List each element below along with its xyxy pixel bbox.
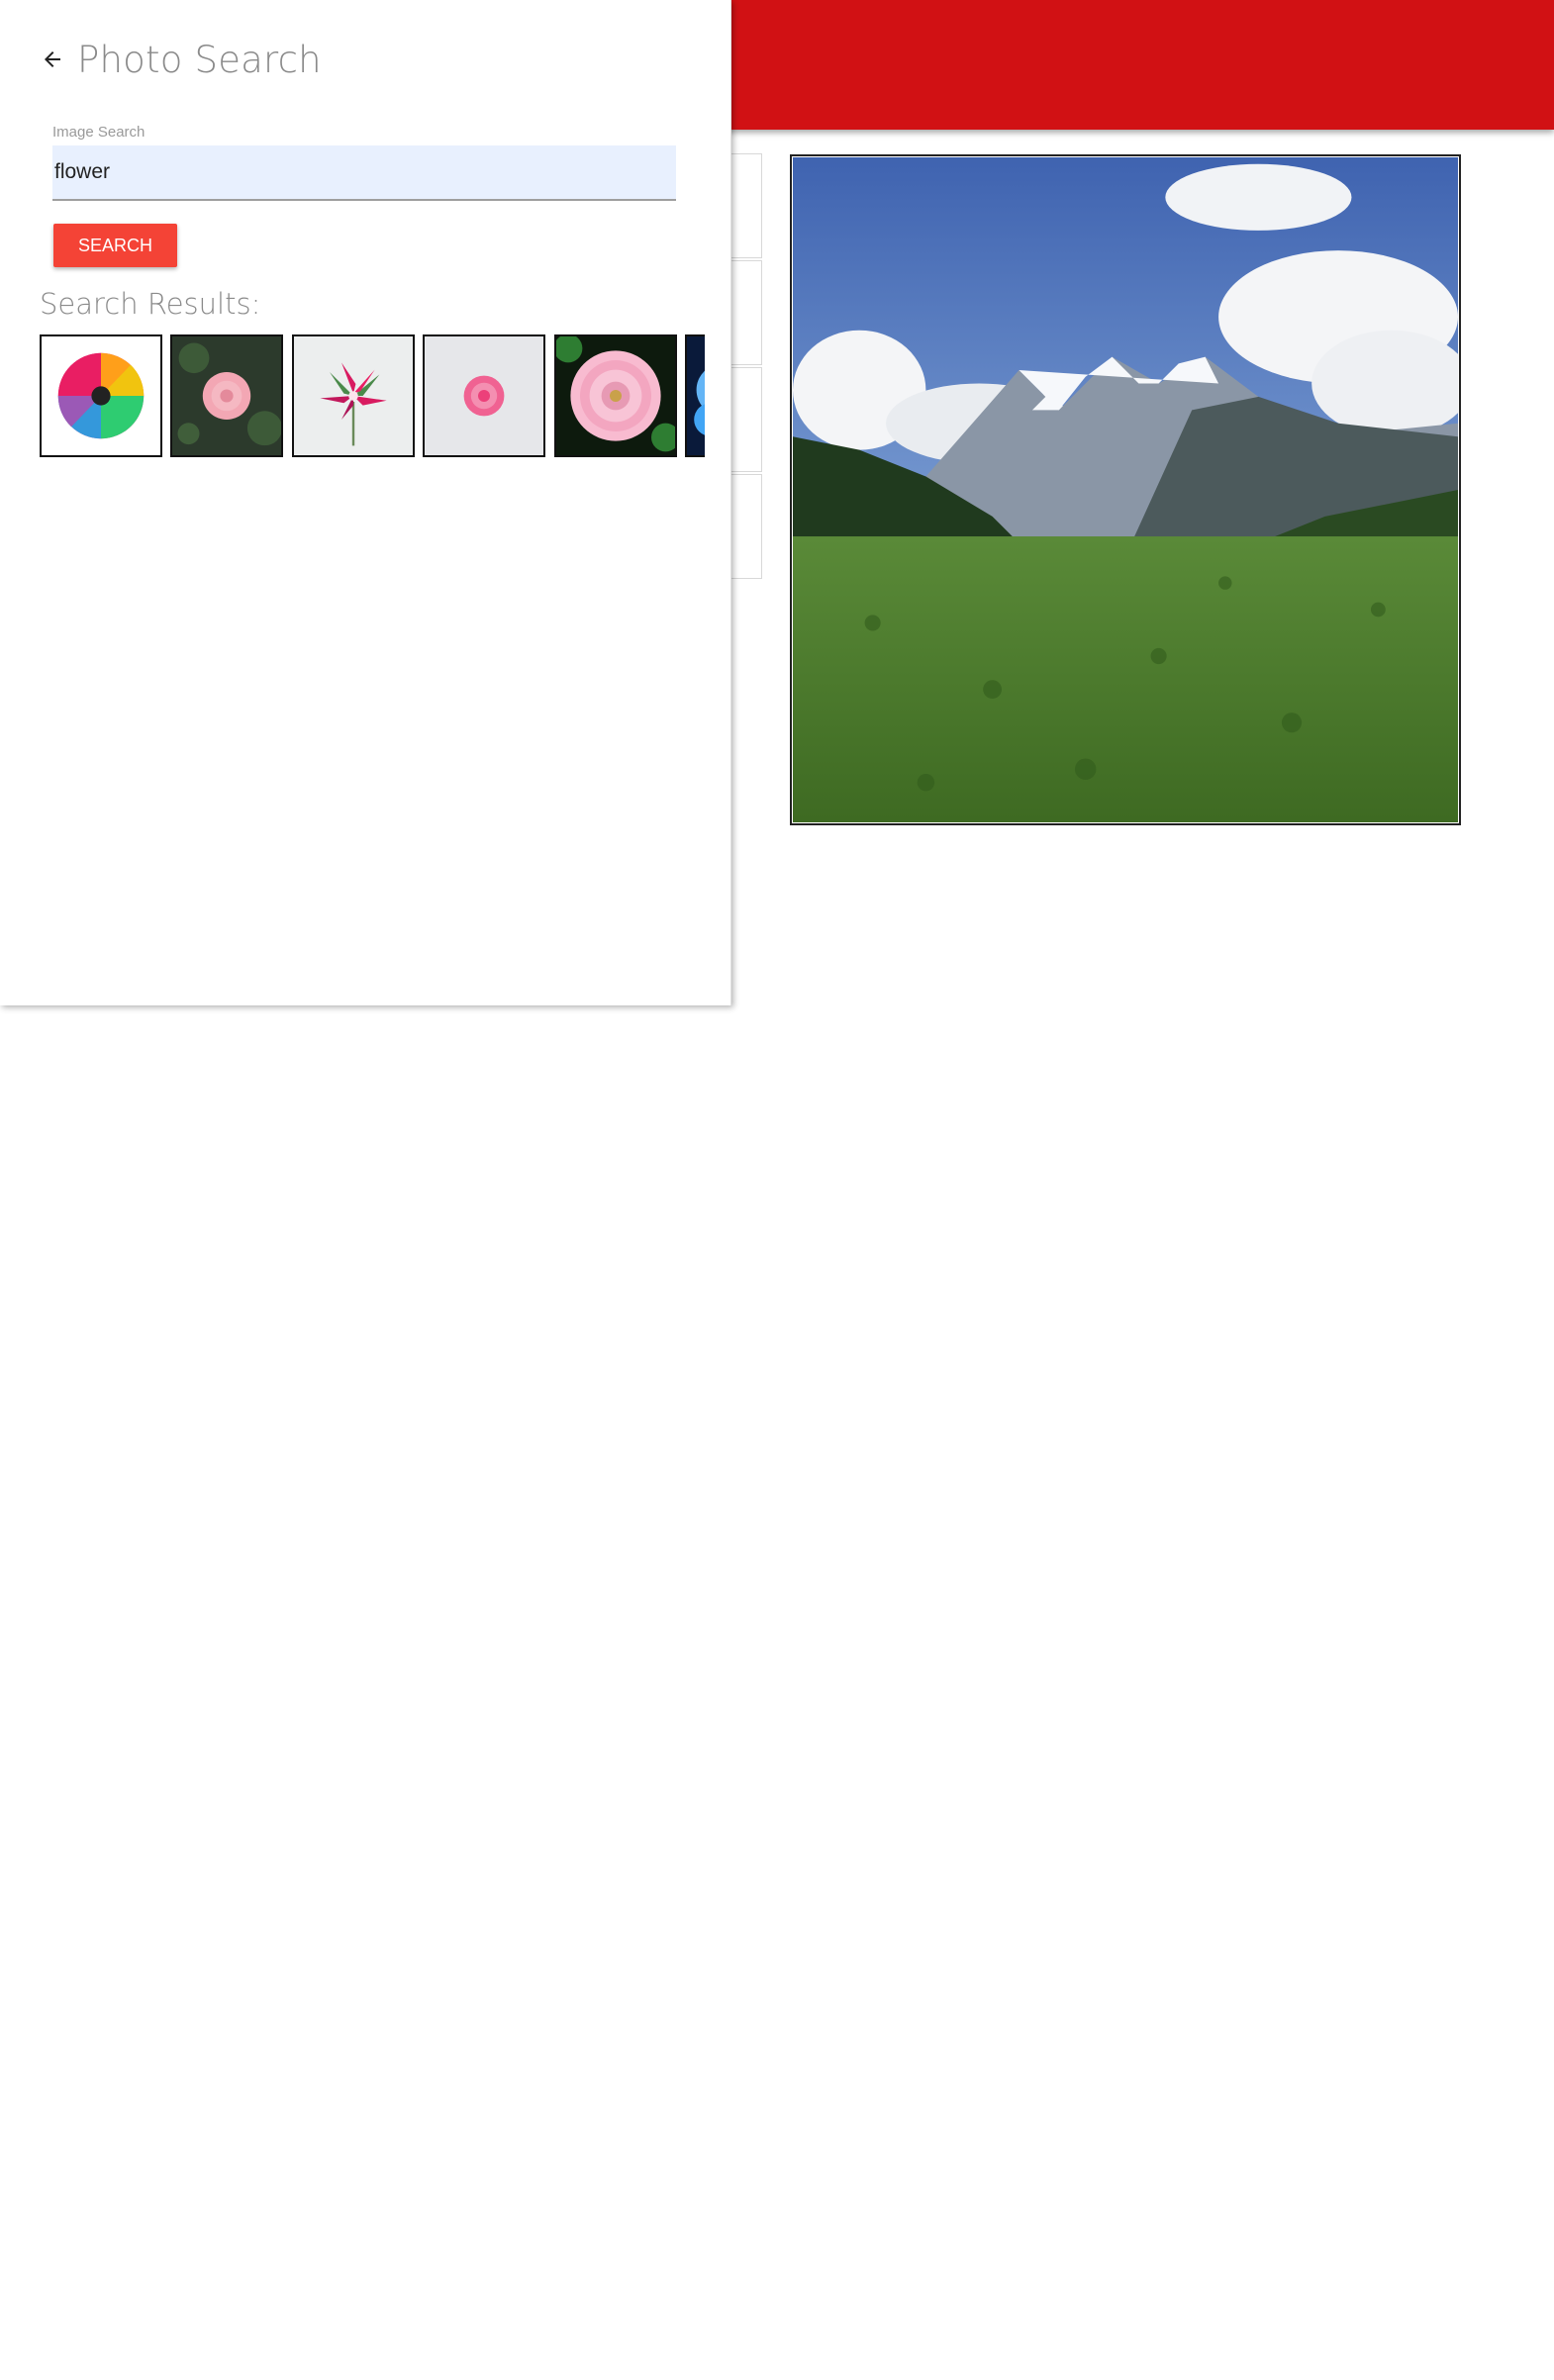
panel-title: Photo Search [77,38,322,81]
pink-rose-topview-image [425,336,544,455]
search-results-strip [40,334,705,459]
blue-flower-image [687,336,705,455]
result-thumbnail[interactable] [685,334,705,457]
image-search-label: Image Search [52,124,146,141]
result-thumbnail[interactable] [170,334,284,457]
result-thumbnail[interactable] [553,334,677,457]
result-thumbnail[interactable] [291,334,415,457]
panel-header: Photo Search [38,30,322,89]
mountain-meadow-image [793,157,1458,822]
result-thumbnail[interactable] [40,334,162,457]
search-button[interactable]: SEARCH [53,224,177,267]
search-results-heading: Search Results: [40,287,261,321]
photo-search-panel: Photo Search Image Search SEARCH Search … [0,0,731,1005]
image-search-input[interactable] [52,145,676,201]
arrow-left-icon[interactable] [38,45,67,74]
pink-dahlia-image [555,336,675,455]
rainbow-flower-image [42,336,160,455]
pink-lily-image [293,336,413,455]
result-thumbnail[interactable] [423,334,546,457]
pink-rose-image [172,336,282,455]
main-photo [790,154,1461,825]
